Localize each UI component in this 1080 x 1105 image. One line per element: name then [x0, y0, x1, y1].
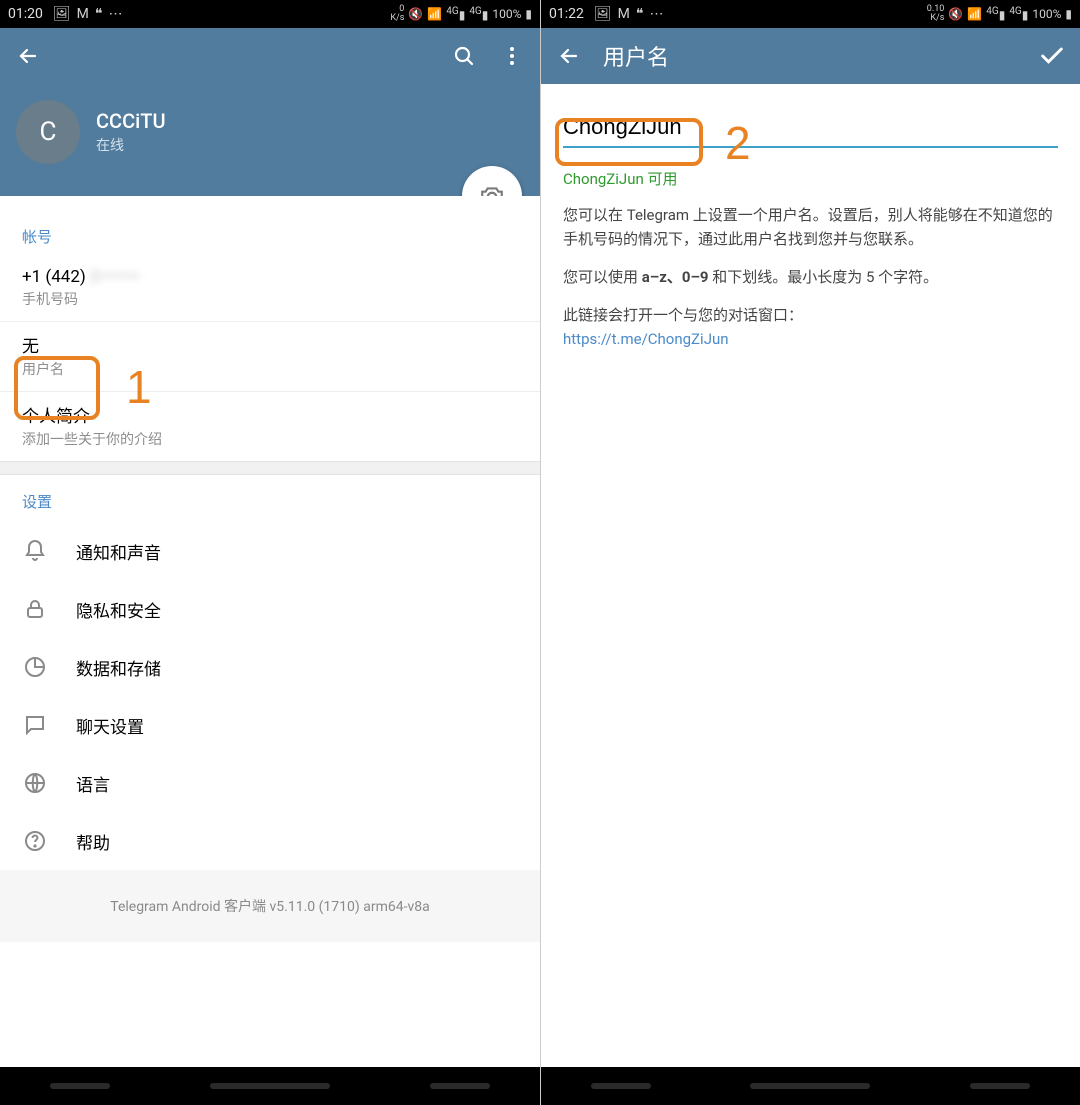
- account-header: 帐号: [0, 210, 540, 257]
- settings-chat-label: 聊天设置: [76, 713, 144, 738]
- status-time: 01:22: [549, 6, 584, 22]
- more-dots-icon: ⋯: [649, 6, 663, 22]
- mail-icon: M: [77, 6, 89, 22]
- quote-icon: ❝: [95, 6, 103, 22]
- settings-section: 设置 通知和声音 隐私和安全 数据和存储 聊天设置: [0, 475, 540, 870]
- back-button[interactable]: [14, 42, 42, 70]
- account-section: 帐号 +1 (442) 2••••••• 手机号码 无 用户名 个人简介 添加一…: [0, 196, 540, 461]
- username-desc-3: 此链接会打开一个与您的对话窗口： https://t.me/ChongZiJun: [541, 289, 1080, 351]
- phone-value: +1 (442) 2•••••••: [22, 267, 518, 287]
- more-vertical-icon: [500, 44, 524, 68]
- mute-icon: 🔇: [948, 7, 963, 21]
- appbar: 用户名: [541, 28, 1080, 84]
- settings-data-label: 数据和存储: [76, 655, 161, 680]
- settings-language-label: 语言: [76, 771, 110, 796]
- profile-name: CCCiTU: [96, 109, 166, 133]
- battery-text: 100%: [492, 7, 521, 21]
- settings-privacy[interactable]: 隐私和安全: [0, 580, 540, 638]
- lock-icon: [22, 596, 48, 622]
- data-usage-icon: [22, 654, 48, 680]
- android-navbar[interactable]: [541, 1067, 1080, 1105]
- chat-icon: [22, 712, 48, 738]
- quote-icon: ❝: [636, 6, 644, 22]
- username-input[interactable]: [563, 110, 1058, 148]
- mail-icon: M: [618, 6, 630, 22]
- phone-hidden: 2•••••••: [90, 267, 140, 287]
- globe-icon: [22, 770, 48, 796]
- network-speed: 0.10K/s: [927, 5, 945, 23]
- avatar[interactable]: C: [16, 100, 80, 164]
- status-bar: 01:20 🖼 M ❝ ⋯ 0K/s 🔇 📶 4G▮ 4G▮ 100% ▮: [0, 0, 540, 28]
- username-value: 无: [22, 332, 518, 357]
- battery-text: 100%: [1032, 7, 1061, 21]
- settings-help[interactable]: 帮助: [0, 812, 540, 870]
- signal-4g-2: 4G▮: [469, 6, 488, 22]
- bio-label: 添加一些关于你的介绍: [22, 429, 518, 449]
- settings-header: 设置: [0, 475, 540, 522]
- arrow-left-icon: [557, 44, 581, 68]
- appbar-title: 用户名: [603, 40, 1018, 72]
- bell-icon: [22, 538, 48, 564]
- signal-4g-1: 4G▮: [446, 6, 465, 22]
- status-left-icons: 🖼 M ❝ ⋯: [594, 6, 664, 22]
- status-right-icons: 0.10K/s 🔇 📶 4G▮ 4G▮ 100% ▮: [927, 5, 1072, 23]
- check-icon: [1038, 42, 1066, 70]
- wifi-icon: 📶: [967, 7, 982, 21]
- status-time: 01:20: [8, 6, 43, 22]
- image-icon: 🖼: [53, 6, 71, 22]
- wifi-icon: 📶: [427, 7, 442, 21]
- version-footer: Telegram Android 客户端 v5.11.0 (1710) arm6…: [0, 870, 540, 942]
- settings-chat[interactable]: 聊天设置: [0, 696, 540, 754]
- mute-icon: 🔇: [408, 7, 423, 21]
- help-icon: [22, 828, 48, 854]
- phone-left-settings: 01:20 🖼 M ❝ ⋯ 0K/s 🔇 📶 4G▮ 4G▮ 100% ▮: [0, 0, 540, 1105]
- confirm-button[interactable]: [1038, 42, 1066, 70]
- bio-row[interactable]: 个人简介 添加一些关于你的介绍: [0, 392, 540, 461]
- search-icon: [452, 44, 476, 68]
- status-left-icons: 🖼 M ❝ ⋯: [53, 6, 123, 22]
- username-label: 用户名: [22, 359, 518, 379]
- signal-4g-1: 4G▮: [986, 6, 1005, 22]
- settings-privacy-label: 隐私和安全: [76, 597, 161, 622]
- username-input-wrap: [541, 84, 1080, 154]
- arrow-left-icon: [16, 44, 40, 68]
- username-desc-2: 您可以使用 a–z、0–9 和下划线。最小长度为 5 个字符。: [541, 251, 1080, 289]
- bio-value: 个人简介: [22, 402, 518, 427]
- more-dots-icon: ⋯: [108, 6, 122, 22]
- username-available-msg: ChongZiJun 可用: [541, 154, 1080, 189]
- android-navbar[interactable]: [0, 1067, 540, 1105]
- avatar-letter: C: [40, 117, 57, 147]
- settings-help-label: 帮助: [76, 829, 110, 854]
- battery-icon: ▮: [525, 7, 532, 21]
- phone-right-username: 01:22 🖼 M ❝ ⋯ 0.10K/s 🔇 📶 4G▮ 4G▮ 100% ▮…: [540, 0, 1080, 1105]
- back-button[interactable]: [555, 42, 583, 70]
- battery-icon: ▮: [1065, 7, 1072, 21]
- search-button[interactable]: [450, 42, 478, 70]
- phone-label: 手机号码: [22, 289, 518, 309]
- signal-4g-2: 4G▮: [1009, 6, 1028, 22]
- image-icon: 🖼: [594, 6, 612, 22]
- profile-header: C CCCiTU 在线: [0, 84, 540, 196]
- profile-status: 在线: [96, 135, 166, 155]
- settings-notifications[interactable]: 通知和声音: [0, 522, 540, 580]
- settings-notifications-label: 通知和声音: [76, 539, 161, 564]
- status-bar: 01:22 🖼 M ❝ ⋯ 0.10K/s 🔇 📶 4G▮ 4G▮ 100% ▮: [541, 0, 1080, 28]
- overflow-menu-button[interactable]: [498, 42, 526, 70]
- appbar: [0, 28, 540, 84]
- status-right-icons: 0K/s 🔇 📶 4G▮ 4G▮ 100% ▮: [390, 5, 532, 23]
- phone-row[interactable]: +1 (442) 2••••••• 手机号码: [0, 257, 540, 322]
- username-desc-1: 您可以在 Telegram 上设置一个用户名。设置后，别人将能够在不知道您的手机…: [541, 189, 1080, 251]
- section-divider: [0, 461, 540, 475]
- settings-language[interactable]: 语言: [0, 754, 540, 812]
- username-row[interactable]: 无 用户名: [0, 322, 540, 392]
- username-link[interactable]: https://t.me/ChongZiJun: [563, 330, 729, 348]
- settings-data[interactable]: 数据和存储: [0, 638, 540, 696]
- network-speed: 0K/s: [390, 5, 404, 23]
